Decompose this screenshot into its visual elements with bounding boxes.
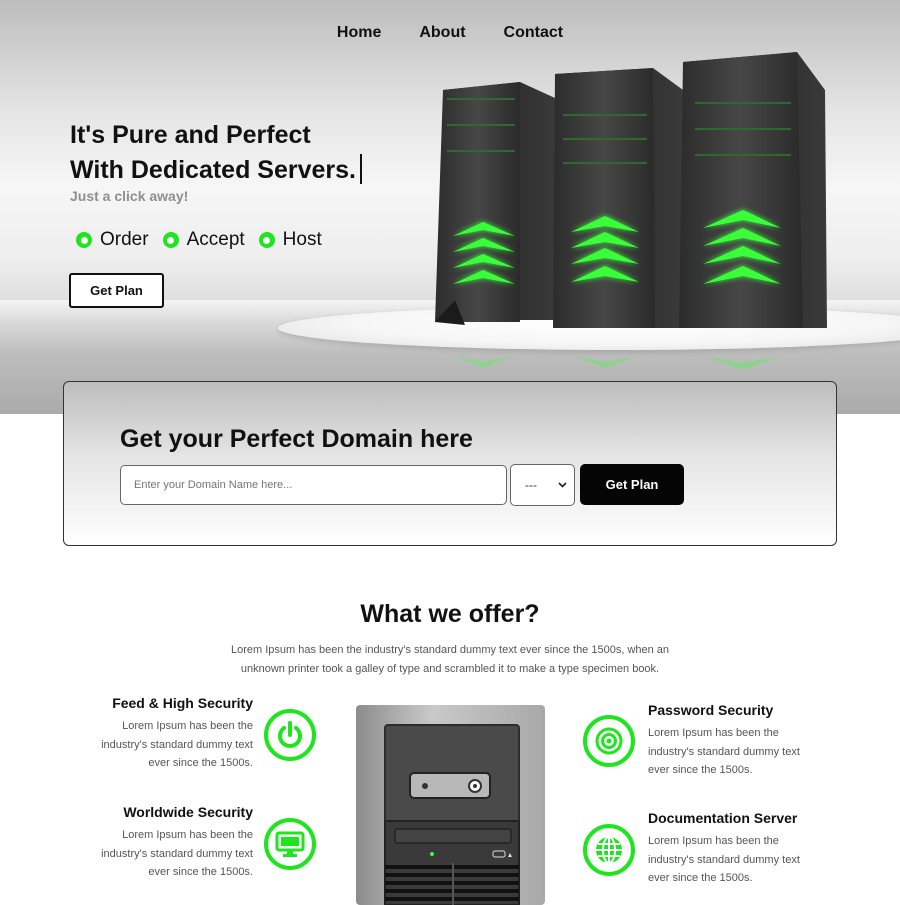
nav-about-link[interactable]: About (419, 24, 465, 42)
radio-dot-icon (162, 232, 179, 248)
target-icon (583, 715, 635, 767)
domain-search-panel: Get your Perfect Domain here --- Get Pla… (63, 381, 837, 546)
offer-title: What we offer? (360, 600, 540, 628)
step-accept: Accept (162, 229, 245, 251)
power-icon (264, 709, 316, 761)
feature-feed-security: Feed & High Security Lorem Ipsum has bee… (88, 695, 253, 773)
feature-password-security: Password Security Lorem Ipsum has been t… (648, 702, 813, 780)
feature-text: Lorem Ipsum has been the industry's stan… (648, 835, 800, 884)
step-label: Accept (186, 229, 245, 250)
radio-dot-icon (76, 232, 92, 248)
server-tower-image (356, 705, 545, 905)
offer-description: Lorem Ipsum has been the industry's stan… (230, 644, 670, 675)
monitor-icon (264, 818, 316, 870)
feature-worldwide-security: Worldwide Security Lorem Ipsum has been … (88, 804, 253, 882)
hero-title-line1: It's Pure and Perfect (70, 121, 311, 149)
domain-get-plan-button[interactable]: Get Plan (580, 464, 684, 505)
main-nav: Home About Contact (0, 24, 900, 42)
hero-title: It's Pure and Perfect With Dedicated Ser… (70, 118, 410, 188)
domain-title: Get your Perfect Domain here (120, 425, 473, 453)
feature-title: Feed & High Security (112, 695, 253, 711)
hero-title-line2: With Dedicated Servers. (70, 156, 356, 184)
hero-section: Home About Contact It's Pure and Perfect… (0, 0, 900, 414)
step-label: Host (282, 229, 322, 250)
step-host: Host (258, 229, 322, 251)
server-rack-2 (553, 68, 683, 328)
select-value: --- (525, 478, 537, 492)
hero-steps: Order Accept Host (76, 229, 322, 251)
feature-title: Password Security (648, 702, 774, 718)
globe-icon (583, 824, 635, 876)
radio-dot-icon (258, 232, 275, 248)
domain-extension-select[interactable]: --- (510, 464, 575, 506)
hero-subtitle: Just a click away! (70, 188, 189, 204)
nav-home-link[interactable]: Home (337, 24, 381, 42)
feature-text: Lorem Ipsum has been the industry's stan… (101, 829, 253, 878)
server-tower-illustration (384, 724, 520, 905)
feature-title: Documentation Server (648, 810, 798, 826)
step-order: Order (76, 229, 149, 251)
chevron-down-icon (558, 482, 567, 488)
feature-documentation-server: Documentation Server Lorem Ipsum has bee… (648, 810, 813, 888)
domain-input[interactable] (120, 465, 507, 505)
server-racks-illustration (435, 52, 827, 370)
text-cursor (360, 154, 362, 184)
nav-contact-link[interactable]: Contact (504, 24, 564, 42)
server-rack-1 (435, 82, 555, 325)
server-rack-3 (679, 52, 827, 328)
step-label: Order (100, 229, 149, 250)
hero-get-plan-button[interactable]: Get Plan (69, 273, 164, 308)
feature-title: Worldwide Security (123, 804, 253, 820)
feature-text: Lorem Ipsum has been the industry's stan… (101, 720, 253, 769)
feature-text: Lorem Ipsum has been the industry's stan… (648, 727, 800, 776)
